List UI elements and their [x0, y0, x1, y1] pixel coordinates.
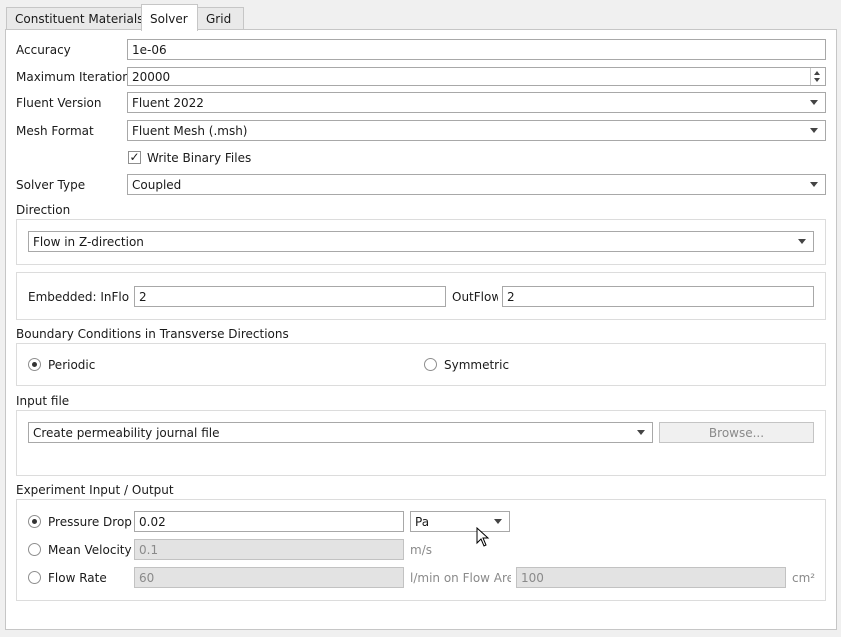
mean-velocity-radio[interactable]	[28, 543, 41, 556]
solver-type-select[interactable]: Coupled	[127, 174, 826, 195]
fluent-version-label: Fluent Version	[16, 96, 102, 110]
direction-select[interactable]: Flow in Z-direction	[28, 231, 814, 252]
flow-rate-radio[interactable]	[28, 571, 41, 584]
embedded-inflow-label: Embedded: InFlow	[28, 290, 129, 304]
mean-velocity-input[interactable]: 0.1	[134, 539, 404, 560]
max-iterations-input[interactable]: 20000	[127, 67, 826, 86]
boundary-conditions-group	[16, 343, 826, 386]
symmetric-radio[interactable]	[424, 358, 437, 371]
pressure-drop-input[interactable]: 0.02	[134, 511, 404, 532]
tab-constituent-materials[interactable]: Constituent Materials	[6, 7, 143, 30]
pressure-drop-radio[interactable]	[28, 515, 41, 528]
input-file-select[interactable]: Create permeability journal file	[28, 422, 653, 443]
chevron-down-icon[interactable]	[810, 100, 818, 105]
chevron-down-icon[interactable]	[494, 519, 502, 524]
mesh-format-select[interactable]: Fluent Mesh (.msh)	[127, 120, 826, 141]
boundary-conditions-heading: Boundary Conditions in Transverse Direct…	[16, 327, 289, 341]
mouse-pointer-icon	[476, 527, 490, 547]
periodic-label: Periodic	[48, 358, 96, 372]
flow-area-input[interactable]: 100	[516, 567, 786, 588]
embedded-outflow-label: OutFlow	[452, 290, 498, 304]
embedded-outflow-input[interactable]: 2	[502, 286, 814, 307]
write-binary-label: Write Binary Files	[147, 151, 252, 165]
pressure-drop-label: Pressure Drop	[48, 515, 132, 529]
spinner-arrows-icon[interactable]	[810, 68, 824, 85]
max-iterations-label: Maximum Iterations	[16, 70, 137, 84]
embedded-inflow-input[interactable]: 2	[134, 286, 446, 307]
chevron-down-icon[interactable]	[798, 239, 806, 244]
input-file-group	[16, 410, 826, 476]
accuracy-label: Accuracy	[16, 43, 71, 57]
tab-solver[interactable]: Solver	[141, 4, 198, 31]
flow-rate-label: Flow Rate	[48, 571, 107, 585]
fluent-version-select[interactable]: Fluent 2022	[127, 92, 826, 113]
periodic-radio[interactable]	[28, 358, 41, 371]
accuracy-input[interactable]: 1e-06	[127, 39, 826, 60]
experiment-heading: Experiment Input / Output	[16, 483, 174, 497]
solver-type-label: Solver Type	[16, 178, 86, 192]
browse-button[interactable]: Browse...	[659, 422, 814, 443]
chevron-down-icon[interactable]	[637, 430, 645, 435]
mean-velocity-unit: m/s	[410, 543, 432, 557]
chevron-down-icon[interactable]	[810, 182, 818, 187]
mesh-format-label: Mesh Format	[16, 124, 94, 138]
flow-rate-input[interactable]: 60	[134, 567, 404, 588]
flow-area-unit: cm²	[792, 571, 816, 585]
mean-velocity-label: Mean Velocity	[48, 543, 132, 557]
input-file-heading: Input file	[16, 394, 70, 408]
tab-grid[interactable]: Grid	[197, 7, 244, 30]
flow-area-label: l/min on Flow Area	[410, 571, 511, 585]
symmetric-label: Symmetric	[444, 358, 510, 372]
direction-heading: Direction	[16, 203, 71, 217]
chevron-down-icon[interactable]	[810, 128, 818, 133]
write-binary-checkbox[interactable]: ✓	[128, 151, 141, 164]
